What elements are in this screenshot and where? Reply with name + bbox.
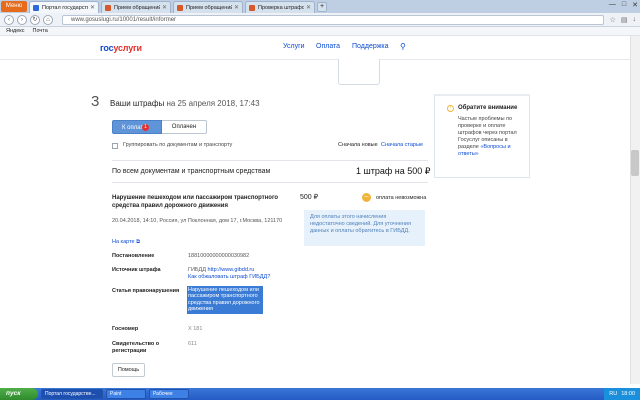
maximize-icon[interactable]: □ — [622, 1, 626, 9]
source-label: Источник штрафа — [112, 267, 161, 273]
info-message: Для оплаты этого начисления недостаточно… — [304, 210, 425, 246]
browser-tab-bar: Меню Портал государственных у... ✕ Прием… — [0, 0, 640, 13]
resolution-label: Постановление — [112, 253, 155, 259]
violation-description: 20.04.2018, 14:10, Россия, ул Поклонная,… — [112, 218, 283, 224]
minus-icon: – — [362, 193, 371, 202]
scrollbar-thumb[interactable] — [631, 150, 639, 176]
tab-paid[interactable]: Оплачен — [162, 120, 207, 134]
home-icon[interactable]: ⌂ — [43, 14, 53, 25]
window-controls: — □ ✕ — [609, 1, 638, 9]
browser-toolbar-right: ☆ ▤ ↓ — [610, 16, 636, 24]
taskbar-item[interactable]: Paint — [106, 389, 146, 399]
help-button[interactable]: Помощь — [112, 363, 145, 377]
plate-label: Госномер — [112, 326, 139, 332]
tab-title: Прием обращений — [114, 4, 160, 11]
close-window-icon[interactable]: ✕ — [632, 1, 638, 9]
nav-support[interactable]: Поддержка — [352, 43, 389, 50]
system-tray: RU 18:00 — [604, 388, 640, 400]
tab-title: Портал государственных у... — [42, 4, 88, 11]
browser-tab[interactable]: Проверка штрафов ГИБДД ✕ — [245, 1, 315, 13]
address-bar[interactable]: www.gosuslugi.ru/10001/result/informer — [62, 14, 604, 25]
language-indicator[interactable]: RU — [609, 388, 617, 400]
taskbar-item[interactable]: Портал государстве... — [41, 389, 103, 399]
tab-title: Прием обращений — [186, 4, 232, 11]
new-tab-button[interactable]: + — [317, 2, 327, 12]
bookmark-yandex[interactable]: Яндекс — [6, 28, 25, 34]
taskbar-item[interactable]: Рабочее — [149, 389, 189, 399]
divider — [112, 182, 428, 183]
favicon-icon — [249, 4, 255, 11]
resolution-value: 18810000000000030982 — [188, 253, 250, 259]
group-label[interactable]: Группировать по документам и транспорту — [123, 142, 232, 148]
summary-total: 1 штраф на 500 ₽ — [356, 166, 431, 176]
clock: 18:00 — [621, 391, 635, 397]
cert-label: Свидетельство о регистрации — [112, 341, 160, 354]
browser-menu-button[interactable]: Меню — [1, 1, 27, 12]
tab-title: Проверка штрафов ГИБДД — [258, 4, 304, 11]
bookmarks-bar: Яндекс Почта — [0, 27, 640, 36]
count-badge: 1 — [142, 124, 149, 131]
minimize-icon[interactable]: — — [609, 1, 616, 9]
gibdd-link[interactable]: http://www.gibdd.ru — [208, 267, 255, 273]
nav-payment[interactable]: Оплата — [316, 43, 340, 50]
cert-value: 611 — [188, 341, 197, 347]
favicon-icon — [105, 4, 111, 11]
article-label: Статья правонарушения — [112, 288, 180, 294]
sort-newest[interactable]: Сначала новые — [338, 142, 378, 148]
group-checkbox[interactable] — [112, 143, 118, 149]
bookmark-mail[interactable]: Почта — [33, 28, 48, 34]
external-link-icon: ⧉ — [136, 239, 141, 245]
forward-icon[interactable]: › — [17, 14, 27, 25]
summary-label: По всем документам и транспортным средст… — [112, 168, 271, 175]
plate-value: Х 181 — [188, 326, 203, 332]
tab-to-pay[interactable]: К оплате 1 — [112, 120, 162, 134]
reload-icon[interactable]: ↻ — [30, 14, 40, 25]
page-scrollbar[interactable] — [630, 36, 640, 384]
notice-title: Обратите внимание — [458, 105, 518, 111]
browser-tab[interactable]: Прием обращений ✕ — [173, 1, 243, 13]
payment-status: оплата невозможна — [376, 195, 427, 201]
map-link[interactable]: На карте ⧉ — [112, 239, 140, 246]
extensions-icon[interactable]: ▤ — [621, 16, 628, 24]
page-title: Ваши штрафы на 25 апреля 2018, 17:43 — [110, 99, 260, 108]
violation-title: Нарушение пешеходом или пассажиром транс… — [112, 195, 279, 209]
close-tab-icon[interactable]: ✕ — [162, 4, 167, 11]
source-value: ГИБДД http://www.gibdd.ru Как обжаловать… — [188, 267, 271, 280]
gosuslugi-logo[interactable]: госуслуги — [100, 43, 142, 53]
os-taskbar: пуск Портал государстве... Paint Рабочее… — [0, 388, 640, 400]
browser-tab[interactable]: Прием обращений ✕ — [101, 1, 171, 13]
violation-amount: 500 ₽ — [300, 194, 319, 201]
favicon-icon — [33, 4, 39, 11]
search-icon[interactable]: ⚲ — [400, 42, 406, 51]
divider — [112, 160, 428, 161]
main-content: 3 Ваши штрафы на 25 апреля 2018, 17:43 К… — [0, 59, 640, 384]
site-header: госуслуги Услуги Оплата Поддержка ⚲ — [0, 36, 640, 60]
notice-panel: ! Обратите внимание Частые проблемы по п… — [434, 94, 530, 178]
step-number: 3 — [91, 93, 100, 110]
close-tab-icon[interactable]: ✕ — [306, 4, 311, 11]
nav-services[interactable]: Услуги — [283, 43, 305, 50]
browser-tab[interactable]: Портал государственных у... ✕ — [29, 1, 99, 13]
appeal-link[interactable]: Как обжаловать штраф ГИБДД? — [188, 274, 270, 280]
info-icon: ! — [447, 105, 454, 112]
dropdown-box — [338, 59, 380, 85]
start-button[interactable]: пуск — [0, 388, 38, 400]
bookmark-star-icon[interactable]: ☆ — [610, 16, 616, 24]
close-tab-icon[interactable]: ✕ — [234, 4, 239, 11]
download-icon[interactable]: ↓ — [633, 16, 637, 24]
fines-tabs: К оплате 1 Оплачен — [112, 120, 207, 134]
back-icon[interactable]: ‹ — [4, 14, 14, 25]
close-tab-icon[interactable]: ✕ — [90, 4, 95, 11]
favicon-icon — [177, 4, 183, 11]
sort-oldest[interactable]: Сначала старые — [381, 142, 423, 148]
article-value: Нарушение пешеходом или пассажиром транс… — [187, 286, 263, 314]
notice-body: Частые проблемы по проверке и оплате штр… — [458, 116, 517, 157]
browser-nav-bar: ‹ › ↻ ⌂ www.gosuslugi.ru/10001/result/in… — [0, 13, 640, 27]
